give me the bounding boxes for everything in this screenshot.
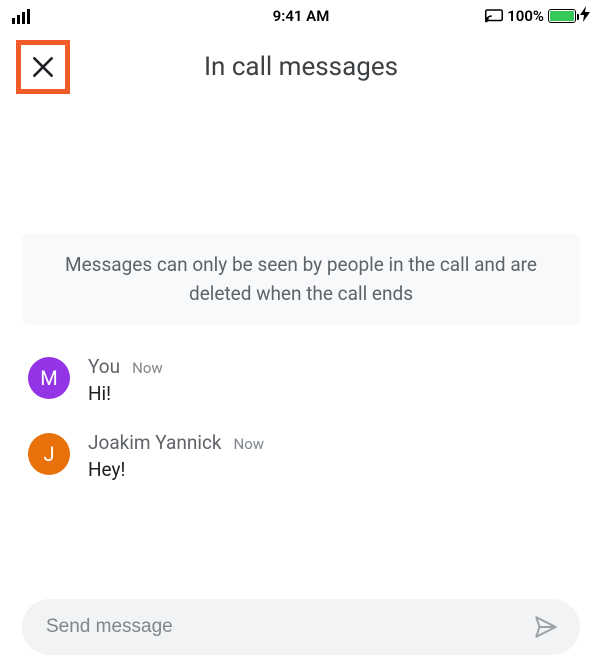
sender-name: You: [88, 355, 120, 378]
composer: [22, 599, 580, 655]
status-bar: 9:41 AM 100%: [0, 0, 602, 26]
info-banner: Messages can only be seen by people in t…: [22, 234, 580, 325]
send-icon: [533, 614, 559, 640]
signal-icon: [12, 9, 30, 24]
avatar: M: [28, 357, 70, 399]
message-body: You Now Hi!: [88, 355, 574, 405]
message-item: J Joakim Yannick Now Hey!: [28, 431, 574, 481]
message-input[interactable]: [46, 616, 528, 638]
status-left: [12, 9, 30, 24]
send-button[interactable]: [528, 609, 564, 645]
cast-icon: [485, 9, 503, 23]
message-time: Now: [234, 435, 265, 453]
message-text: Hi!: [88, 382, 574, 405]
message-time: Now: [132, 359, 163, 377]
header: In call messages: [0, 26, 602, 134]
message-list: M You Now Hi! J Joakim Yannick Now Hey!: [0, 355, 602, 481]
avatar: J: [28, 433, 70, 475]
message-body: Joakim Yannick Now Hey!: [88, 431, 574, 481]
status-right: 100%: [485, 6, 590, 26]
page-title: In call messages: [16, 52, 586, 82]
battery-percent: 100%: [507, 7, 544, 25]
message-item: M You Now Hi!: [28, 355, 574, 405]
charging-icon: [580, 6, 590, 26]
message-text: Hey!: [88, 458, 574, 481]
sender-name: Joakim Yannick: [88, 431, 222, 454]
battery-icon: [548, 9, 576, 23]
